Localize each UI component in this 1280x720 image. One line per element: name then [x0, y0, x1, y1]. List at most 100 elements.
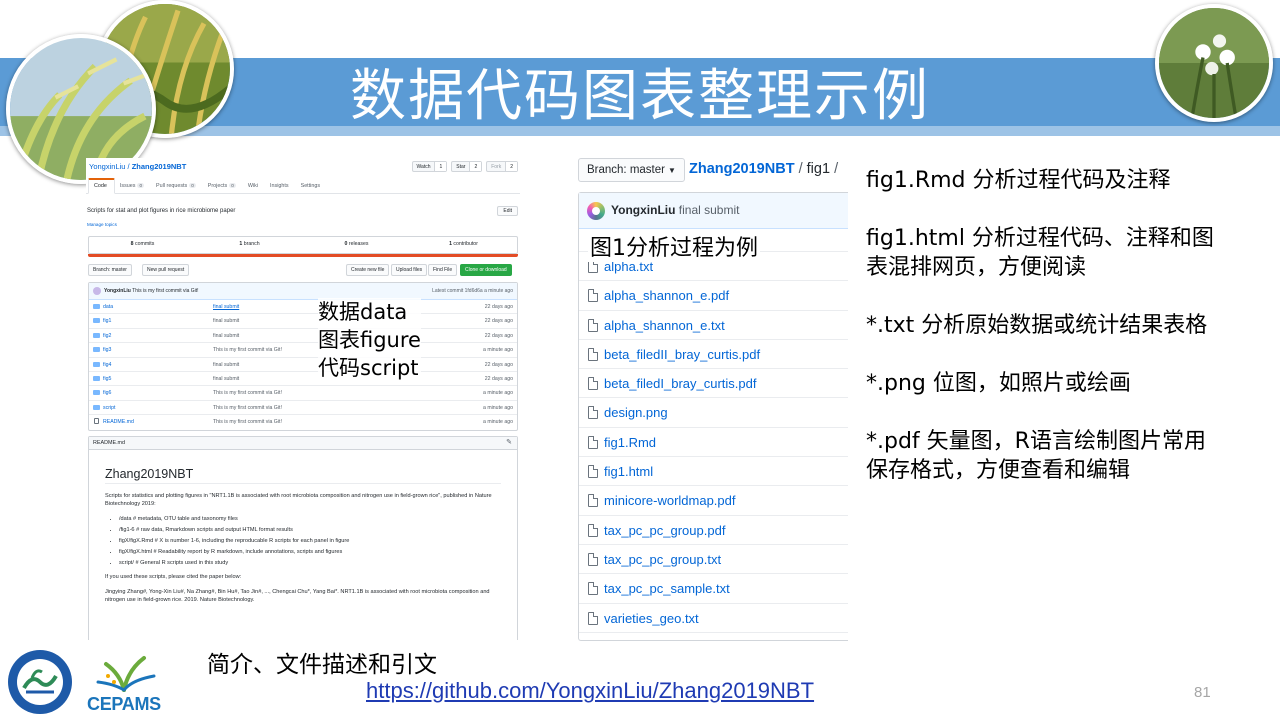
commit-message[interactable]: final submit	[213, 318, 239, 324]
repo-url-link[interactable]: https://github.com/YongxinLiu/Zhang2019N…	[366, 678, 814, 704]
file-name[interactable]: varieties_geo.txt	[604, 611, 699, 626]
file-name[interactable]: minicore-worldmap.pdf	[604, 493, 736, 508]
note-html: fig1.html 分析过程代码、注释和图表混排网页，方便阅读	[866, 226, 1214, 280]
branches-stat[interactable]: 1 branch	[196, 237, 303, 253]
table-row[interactable]: data final submit 22 days ago	[89, 300, 517, 315]
fork-button[interactable]: Fork 2	[486, 161, 518, 172]
branch-select[interactable]: Branch: master ▼	[578, 158, 685, 182]
tab-issues[interactable]: Issues 0	[115, 183, 151, 193]
file-name[interactable]: script	[103, 405, 115, 411]
table-row[interactable]: fig6 This is my first commit via Git! a mi…	[89, 386, 517, 401]
repo-owner-link[interactable]: YongxinLiu	[89, 162, 125, 171]
file-type-notes: fig1.Rmd 分析过程代码及注释 fig1.html 分析过程代码、注释和图…	[866, 166, 1216, 514]
list-item[interactable]: tax_pc_pc_sample.txt	[579, 574, 848, 604]
tab-count: 0	[137, 183, 145, 188]
tab-pull-requests[interactable]: Pull requests 0	[151, 183, 203, 193]
releases-label: releases	[348, 241, 369, 247]
file-icon	[94, 418, 99, 425]
file-name[interactable]: alpha_shannon_e.txt	[604, 318, 725, 333]
file-name[interactable]: tax_pc_pc_group.txt	[604, 552, 721, 567]
table-row[interactable]: README.md This is my first commit via Git…	[89, 415, 517, 429]
tab-wiki[interactable]: Wiki	[243, 183, 265, 193]
contributors-stat[interactable]: 1 contributor	[410, 237, 517, 253]
tab-settings[interactable]: Settings	[296, 183, 327, 193]
note-txt: *.txt 分析原始数据或统计结果表格	[866, 313, 1208, 338]
create-file-button[interactable]: Create new file	[346, 264, 390, 276]
file-name[interactable]: README.md	[103, 419, 134, 425]
upload-files-button[interactable]: Upload files	[391, 264, 428, 276]
list-item[interactable]: minicore-worldmap.pdf	[579, 486, 848, 516]
file-name[interactable]: beta_filedII_bray_curtis.pdf	[604, 347, 760, 362]
file-name[interactable]: beta_filedI_bray_curtis.pdf	[604, 376, 756, 391]
breadcrumb-repo[interactable]: Zhang2019NBT	[689, 161, 795, 177]
commit-age: a minute ago	[483, 390, 513, 397]
file-name[interactable]: alpha_shannon_e.pdf	[604, 288, 729, 303]
tab-code[interactable]: Code	[88, 178, 115, 194]
tab-insights[interactable]: Insights	[265, 183, 296, 193]
commit-message[interactable]: final submit	[213, 304, 239, 310]
contributors-count: 1	[449, 241, 452, 247]
file-name[interactable]: design.png	[604, 405, 668, 420]
repo-description: Scripts for stat and plot figures in ric…	[87, 208, 236, 214]
file-name[interactable]: fig3	[103, 347, 111, 353]
table-row[interactable]: fig5 final submit 22 days ago	[89, 372, 517, 387]
manage-topics-link[interactable]: Manage topics	[87, 222, 117, 227]
file-icon	[588, 582, 598, 596]
branch-select[interactable]: Branch: master	[88, 264, 132, 276]
releases-stat[interactable]: 0 releases	[303, 237, 410, 253]
star-button[interactable]: Star 2	[451, 161, 483, 172]
list-item[interactable]: fig1.html	[579, 457, 848, 487]
file-name[interactable]: tax_pc_pc_group.pdf	[604, 523, 725, 538]
commit-message[interactable]: This is my first commit via Git!	[213, 405, 282, 411]
commit-message[interactable]: final submit	[213, 376, 239, 382]
list-item[interactable]: alpha_shannon_e.txt	[579, 311, 848, 340]
readme-bullet: /data # metadata, OTU table and taxonomy…	[119, 515, 501, 524]
watch-button[interactable]: Watch 1	[411, 161, 448, 172]
note-pdf: *.pdf 矢量图，R语言绘制图片常用保存格式，方便查看和编辑	[866, 429, 1206, 483]
table-row[interactable]: script This is my first commit via Git! a …	[89, 401, 517, 416]
list-item[interactable]: fig1.Rmd	[579, 428, 848, 458]
file-icon	[588, 494, 598, 508]
readme-bullet: /fig1-6 # raw data, Rmarkdown scripts an…	[119, 526, 501, 535]
table-row[interactable]: fig2 final submit 22 days ago	[89, 329, 517, 344]
file-name[interactable]: fig1.html	[604, 464, 653, 479]
commit-message[interactable]: This is my first commit via Git!	[213, 419, 282, 425]
file-name[interactable]: fig1	[103, 318, 111, 324]
tab-label: Settings	[300, 183, 321, 189]
list-item[interactable]: beta_filedI_bray_curtis.pdf	[579, 369, 848, 399]
file-name[interactable]: fig5	[103, 376, 111, 382]
commit-message[interactable]: final submit	[213, 333, 239, 339]
commits-stat[interactable]: 8 commits	[89, 237, 196, 253]
list-item[interactable]: varieties_geo.txt	[579, 604, 848, 633]
table-row[interactable]: fig4 final submit 22 days ago	[89, 358, 517, 372]
commit-author[interactable]: YongxinLiu	[611, 203, 675, 217]
edit-description-button[interactable]: Edit	[497, 206, 518, 216]
commit-message[interactable]: This is my first commit via Git!	[132, 288, 198, 294]
commit-message[interactable]: This is my first commit via Git!	[213, 347, 282, 353]
file-name[interactable]: fig6	[103, 390, 111, 396]
clone-download-button[interactable]: Clone or download	[460, 264, 512, 276]
list-item[interactable]: tax_pc_pc_group.txt	[579, 545, 848, 575]
file-name[interactable]: data	[103, 304, 113, 310]
list-item[interactable]: alpha_shannon_e.pdf	[579, 281, 848, 311]
file-name[interactable]: tax_pc_pc_sample.txt	[604, 581, 730, 596]
file-name[interactable]: fig2	[103, 333, 111, 339]
table-row[interactable]: fig3 This is my first commit via Git! a mi…	[89, 343, 517, 358]
table-row[interactable]: fig1 final submit 22 days ago	[89, 314, 517, 329]
tab-projects[interactable]: Projects 0	[203, 183, 243, 193]
commit-message[interactable]: This is my first commit via Git!	[213, 390, 282, 396]
latest-commit[interactable]: Latest commit 1fd6d6a a minute ago	[432, 288, 513, 294]
commit-author[interactable]: YongxinLiu	[104, 288, 131, 294]
commit-message[interactable]: final submit	[213, 362, 239, 368]
list-item[interactable]: tax_pc_pc_group.pdf	[579, 516, 848, 545]
file-name[interactable]: fig4	[103, 362, 111, 368]
pencil-icon[interactable]: ✎	[506, 437, 512, 449]
file-name[interactable]: fig1.Rmd	[604, 435, 656, 450]
commit-message[interactable]: final submit	[679, 203, 740, 217]
new-pull-request-button[interactable]: New pull request	[142, 264, 190, 276]
readme-body: Zhang2019NBT Scripts for statistics and …	[89, 450, 517, 605]
find-file-button[interactable]: Find File	[428, 264, 458, 276]
list-item[interactable]: design.png	[579, 398, 848, 428]
list-item[interactable]: beta_filedII_bray_curtis.pdf	[579, 340, 848, 370]
repo-name-link[interactable]: Zhang2019NBT	[132, 162, 187, 171]
